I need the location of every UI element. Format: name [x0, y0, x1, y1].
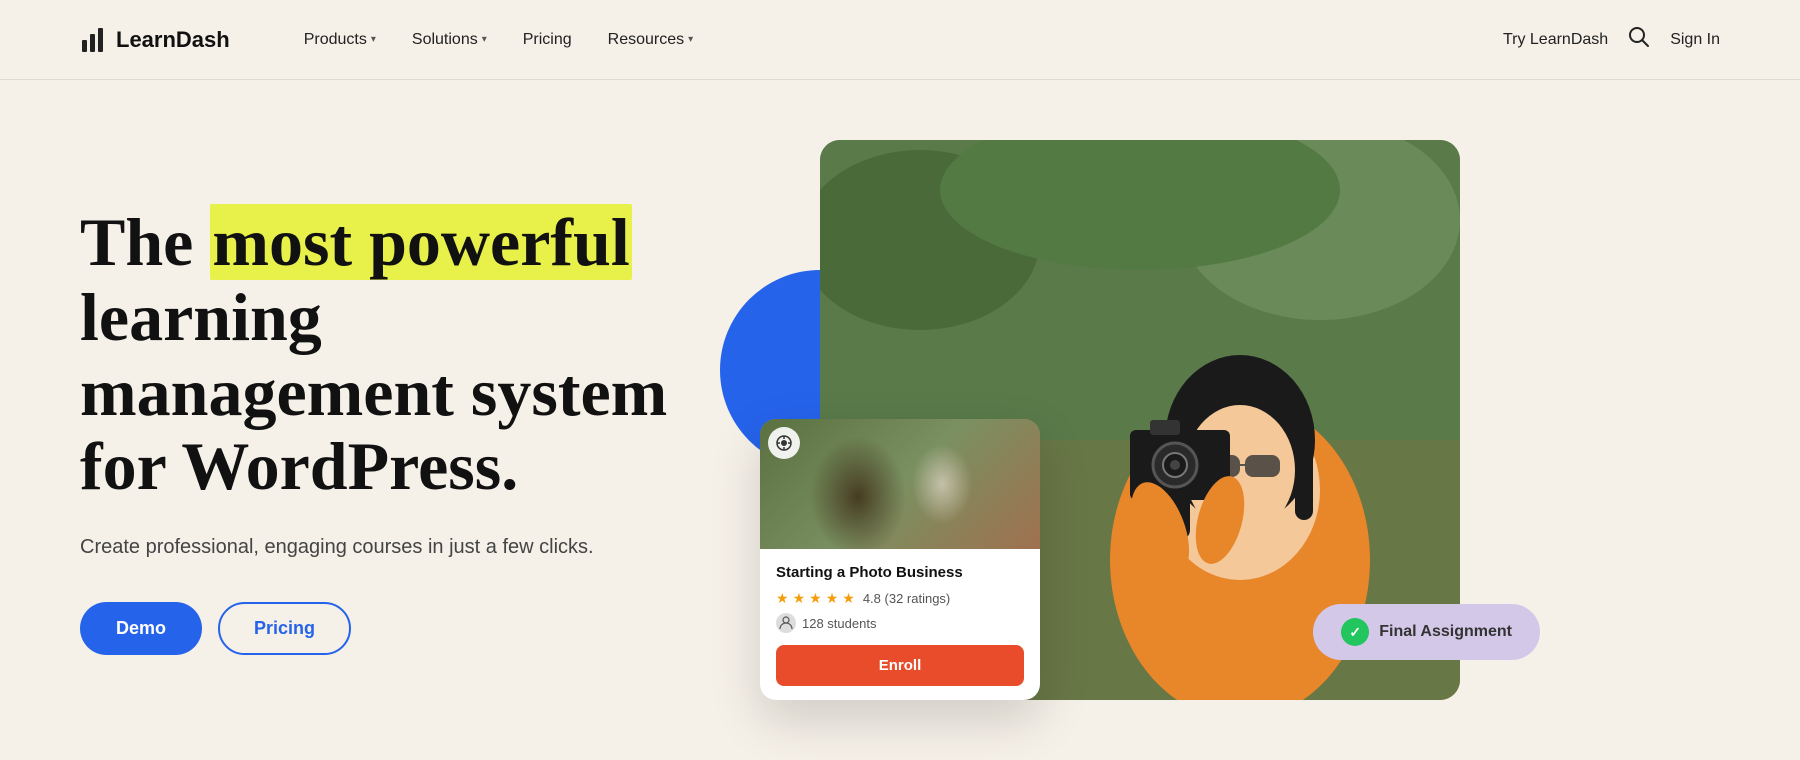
enroll-button[interactable]: Enroll	[776, 645, 1024, 686]
card-image	[760, 419, 1040, 549]
nav-item-pricing[interactable]: Pricing	[509, 23, 586, 57]
navbar: LearnDash Products ▾ Solutions ▾ Pricing…	[0, 0, 1800, 80]
card-title: Starting a Photo Business	[776, 563, 1024, 583]
hero-title: The most powerful learning management sy…	[80, 205, 700, 504]
logo[interactable]: LearnDash	[80, 26, 230, 54]
star-4: ★	[826, 590, 839, 607]
logo-icon	[80, 26, 108, 54]
hero-section: The most powerful learning management sy…	[0, 80, 1800, 760]
search-icon[interactable]	[1628, 26, 1650, 54]
chevron-down-icon: ▾	[371, 34, 376, 45]
assignment-pill: ✓ Final Assignment	[1313, 604, 1540, 660]
hero-content: The most powerful learning management sy…	[80, 205, 700, 655]
card-body: Starting a Photo Business ★ ★ ★ ★ ★ 4.8 …	[760, 549, 1040, 701]
check-icon: ✓	[1341, 618, 1369, 646]
card-students: 128 students	[776, 613, 1024, 633]
demo-button[interactable]: Demo	[80, 602, 202, 655]
chevron-down-icon: ▾	[688, 34, 693, 45]
logo-text: LearnDash	[116, 27, 230, 53]
aperture-icon	[775, 434, 793, 452]
nav-actions: Try LearnDash Sign In	[1503, 26, 1720, 54]
star-1: ★	[776, 590, 789, 607]
highlight-text: most powerful	[210, 204, 631, 280]
students-count: 128 students	[802, 616, 876, 631]
card-rating: 4.8 (32 ratings)	[863, 591, 950, 606]
card-photo	[760, 419, 1040, 549]
sign-in-link[interactable]: Sign In	[1670, 31, 1720, 49]
card-stars: ★ ★ ★ ★ ★ 4.8 (32 ratings)	[776, 590, 1024, 607]
nav-item-resources[interactable]: Resources ▾	[594, 23, 708, 57]
nav-item-solutions[interactable]: Solutions ▾	[398, 23, 501, 57]
star-2: ★	[793, 590, 806, 607]
students-icon	[776, 613, 796, 633]
nav-links: Products ▾ Solutions ▾ Pricing Resources…	[290, 23, 1503, 57]
hero-visual: Starting a Photo Business ★ ★ ★ ★ ★ 4.8 …	[700, 140, 1720, 720]
assignment-label: Final Assignment	[1379, 623, 1512, 641]
try-learndash-link[interactable]: Try LearnDash	[1503, 31, 1608, 49]
star-5: ★	[842, 590, 855, 607]
hero-subtitle: Create professional, engaging courses in…	[80, 532, 700, 562]
star-3: ★	[809, 590, 822, 607]
hero-buttons: Demo Pricing	[80, 602, 700, 655]
pricing-button[interactable]: Pricing	[218, 602, 351, 655]
person-icon	[779, 616, 793, 630]
chevron-down-icon: ▾	[482, 34, 487, 45]
card-brand-icon	[768, 427, 800, 459]
nav-item-products[interactable]: Products ▾	[290, 23, 390, 57]
course-card: Starting a Photo Business ★ ★ ★ ★ ★ 4.8 …	[760, 419, 1040, 701]
